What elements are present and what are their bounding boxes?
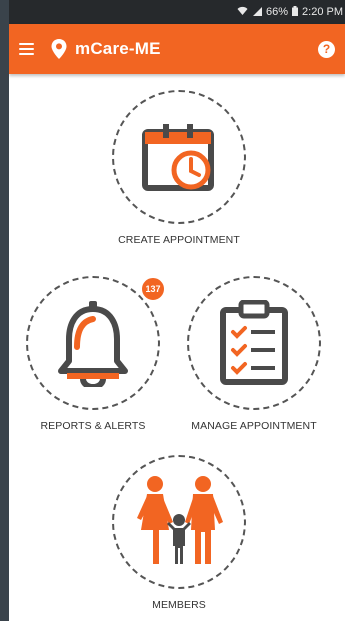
help-icon[interactable]: ? bbox=[318, 40, 335, 58]
create-appointment-label: CREATE APPOINTMENT bbox=[118, 234, 240, 246]
calendar-clock-icon bbox=[142, 124, 214, 191]
create-appointment-tile[interactable]: CREATE APPOINTMENT bbox=[112, 90, 246, 246]
reports-alerts-tile[interactable]: 137 REPORTS & ALERTS bbox=[26, 276, 166, 432]
reports-alerts-label: REPORTS & ALERTS bbox=[40, 420, 146, 432]
app-screen: 66% 2:20 PM mCare-ME ? CREATE APPOINTMEN… bbox=[9, 0, 345, 621]
alerts-count-badge: 137 bbox=[140, 276, 166, 302]
battery-icon bbox=[292, 5, 299, 19]
members-label: MEMBERS bbox=[152, 599, 206, 611]
signal-icon bbox=[252, 6, 262, 19]
members-tile[interactable]: MEMBERS bbox=[112, 455, 246, 611]
wifi-icon bbox=[237, 6, 248, 19]
manage-appointment-tile[interactable]: MANAGE APPOINTMENT bbox=[187, 276, 321, 432]
app-title: mCare-ME bbox=[75, 39, 161, 58]
create-appointment-ring bbox=[112, 90, 246, 224]
bell-icon bbox=[58, 301, 128, 387]
status-bar: 66% 2:20 PM bbox=[9, 0, 345, 24]
hamburger-menu-icon[interactable] bbox=[19, 38, 41, 60]
family-icon bbox=[137, 476, 223, 564]
reports-alerts-ring: 137 bbox=[26, 276, 166, 410]
manage-appointment-ring bbox=[187, 276, 321, 410]
app-bar: mCare-ME ? bbox=[9, 24, 345, 74]
manage-appointment-label: MANAGE APPOINTMENT bbox=[191, 420, 317, 432]
location-pin-logo-icon bbox=[51, 38, 69, 60]
clock: 2:20 PM bbox=[302, 6, 343, 18]
members-ring bbox=[112, 455, 246, 589]
battery-percent: 66% bbox=[266, 6, 289, 18]
clipboard-checklist-icon bbox=[220, 300, 288, 385]
